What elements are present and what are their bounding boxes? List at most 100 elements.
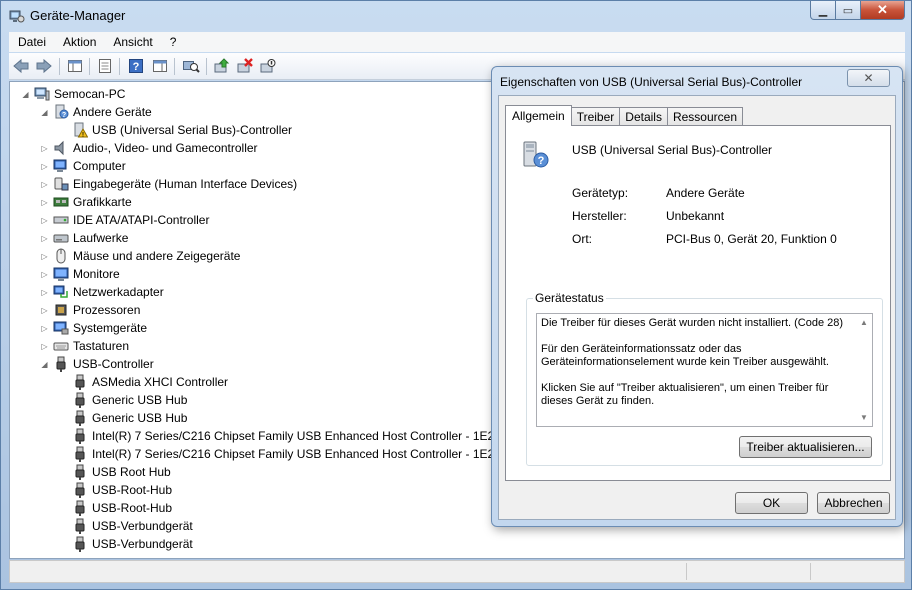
menu-help[interactable]: ? bbox=[161, 35, 185, 49]
back-arrow-icon bbox=[13, 58, 29, 74]
tree-item[interactable]: ▷ IDE ATA/ATAPI-Controller bbox=[39, 211, 209, 229]
tab-details[interactable]: Details bbox=[619, 107, 668, 126]
tree-item-label: Tastaturen bbox=[73, 339, 130, 353]
tab-ressourcen[interactable]: Ressourcen bbox=[666, 107, 743, 126]
tree-item[interactable]: ▷ Eingabegeräte (Human Interface Devices) bbox=[39, 175, 297, 193]
prop-value-location: PCI-Bus 0, Gerät 20, Funktion 0 bbox=[666, 232, 837, 246]
tree-item[interactable]: ▷ Netzwerkadapter bbox=[39, 283, 163, 301]
show-hide-console-tree-button[interactable] bbox=[65, 57, 85, 75]
expand-icon[interactable]: ▷ bbox=[39, 144, 50, 153]
properties-dialog: Eigenschaften von USB (Universal Serial … bbox=[491, 66, 903, 527]
scroll-down-icon[interactable]: ▼ bbox=[860, 411, 868, 424]
forward-button[interactable] bbox=[34, 57, 54, 75]
system-device-icon bbox=[53, 320, 69, 336]
tree-item[interactable]: Generic USB Hub bbox=[58, 409, 187, 427]
tree-item[interactable]: USB Root Hub bbox=[58, 463, 171, 481]
tree-item[interactable]: Intel(R) 7 Series/C216 Chipset Family US… bbox=[58, 445, 503, 463]
tree-item[interactable]: ASMedia XHCI Controller bbox=[58, 373, 228, 391]
close-button[interactable]: ✕ bbox=[861, 1, 905, 20]
tree-item[interactable]: ▷ Prozessoren bbox=[39, 301, 140, 319]
tree-item[interactable]: ▷ Computer bbox=[39, 157, 125, 175]
mouse-icon bbox=[53, 248, 69, 264]
tree-item[interactable]: ! USB (Universal Serial Bus)-Controller bbox=[58, 121, 292, 139]
collapse-icon[interactable]: ◢ bbox=[20, 90, 31, 99]
menu-bar: Datei Aktion Ansicht ? bbox=[9, 32, 905, 52]
tree-item[interactable]: USB-Verbundgerät bbox=[58, 517, 193, 535]
maximize-icon: ▭ bbox=[842, 4, 854, 17]
computer-icon bbox=[34, 86, 50, 102]
tree-item[interactable]: ▷ Audio-, Video- und Gamecontroller bbox=[39, 139, 258, 157]
tree-item[interactable]: USB-Root-Hub bbox=[58, 481, 172, 499]
tab-strip: Allgemein Treiber Details Ressourcen bbox=[505, 105, 743, 126]
tree-item[interactable]: ▷ Mäuse und andere Zeigegeräte bbox=[39, 247, 240, 265]
update-driver-button[interactable]: Treiber aktualisieren... bbox=[739, 436, 872, 458]
tree-item[interactable]: USB-Verbundgerät bbox=[58, 535, 193, 553]
close-icon: ✕ bbox=[863, 71, 874, 85]
unknown-usb-device-icon: ? bbox=[519, 138, 553, 172]
dialog-close-button[interactable]: ✕ bbox=[847, 69, 890, 87]
show-action-pane-button[interactable] bbox=[150, 57, 170, 75]
status-bar bbox=[9, 560, 905, 583]
device-status-text[interactable]: Die Treiber für dieses Gerät wurden nich… bbox=[536, 313, 873, 427]
tree-item[interactable]: Generic USB Hub bbox=[58, 391, 187, 409]
keyboard-icon bbox=[53, 338, 69, 354]
expand-icon[interactable]: ▷ bbox=[39, 306, 50, 315]
expand-icon[interactable]: ▷ bbox=[39, 288, 50, 297]
minimize-button[interactable]: ▁ bbox=[810, 1, 836, 20]
tree-item[interactable]: ▷ Grafikkarte bbox=[39, 193, 131, 211]
help-button[interactable]: ? bbox=[126, 57, 146, 75]
back-button[interactable] bbox=[11, 57, 31, 75]
tree-item-label: ASMedia XHCI Controller bbox=[92, 375, 229, 389]
expand-icon[interactable]: ▷ bbox=[39, 252, 50, 261]
usb-plug-icon bbox=[72, 374, 88, 390]
tree-root[interactable]: ◢ Semocan-PC bbox=[20, 85, 125, 103]
expand-icon[interactable]: ▷ bbox=[39, 198, 50, 207]
tree-item-label: Monitore bbox=[73, 267, 120, 281]
expand-icon[interactable]: ▷ bbox=[39, 162, 50, 171]
expand-icon[interactable]: ▷ bbox=[39, 342, 50, 351]
tree-item[interactable]: USB-Root-Hub bbox=[58, 499, 172, 517]
collapse-icon[interactable]: ◢ bbox=[39, 360, 50, 369]
menu-aktion[interactable]: Aktion bbox=[54, 35, 104, 49]
properties-button[interactable] bbox=[95, 57, 115, 75]
expand-icon[interactable]: ▷ bbox=[39, 324, 50, 333]
maximize-button[interactable]: ▭ bbox=[836, 1, 861, 20]
tree-item[interactable]: ▷ Monitore bbox=[39, 265, 120, 283]
cancel-button[interactable]: Abbrechen bbox=[817, 492, 890, 514]
forward-arrow-icon bbox=[36, 58, 52, 74]
device-name: USB (Universal Serial Bus)-Controller bbox=[572, 143, 773, 157]
uninstall-button[interactable] bbox=[235, 57, 255, 75]
expand-icon[interactable]: ▷ bbox=[39, 234, 50, 243]
svg-text:?: ? bbox=[538, 155, 545, 167]
tree-item[interactable]: Intel(R) 7 Series/C216 Chipset Family US… bbox=[58, 427, 501, 445]
tree-item[interactable]: ▷ Tastaturen bbox=[39, 337, 129, 355]
status-scrollbar[interactable]: ▲ ▼ bbox=[856, 315, 871, 425]
expand-icon[interactable]: ▷ bbox=[39, 216, 50, 225]
status-line-2: Für den Geräteinformationssatz oder das … bbox=[541, 343, 829, 368]
tab-allgemein[interactable]: Allgemein bbox=[505, 105, 572, 126]
menu-ansicht[interactable]: Ansicht bbox=[104, 35, 160, 49]
update-driver-button[interactable] bbox=[212, 57, 232, 75]
tree-item-label: USB-Verbundgerät bbox=[92, 537, 193, 551]
tree-item-label: Audio-, Video- und Gamecontroller bbox=[73, 141, 258, 155]
menu-datei[interactable]: Datei bbox=[9, 35, 54, 49]
ok-button[interactable]: OK bbox=[735, 492, 808, 514]
expand-icon[interactable]: ▷ bbox=[39, 270, 50, 279]
scroll-up-icon[interactable]: ▲ bbox=[860, 316, 868, 329]
scan-hardware-button[interactable] bbox=[181, 57, 201, 75]
collapse-icon[interactable]: ◢ bbox=[39, 108, 50, 117]
tree-item[interactable]: ▷ Laufwerke bbox=[39, 229, 128, 247]
expand-icon[interactable]: ▷ bbox=[39, 180, 50, 189]
prop-key-type: Gerätetyp: bbox=[572, 186, 629, 200]
display-adapter-icon bbox=[53, 194, 69, 210]
title-bar[interactable]: Geräte-Manager ▁ ▭ ✕ bbox=[1, 1, 911, 31]
tree-item[interactable]: ◢? Andere Geräte bbox=[39, 103, 152, 121]
prop-key-location: Ort: bbox=[572, 232, 592, 246]
tab-treiber[interactable]: Treiber bbox=[570, 107, 621, 126]
tree-item-label: Systemgeräte bbox=[73, 321, 148, 335]
disable-device-button[interactable] bbox=[258, 57, 278, 75]
prop-value-type: Andere Geräte bbox=[666, 186, 745, 200]
tree-item[interactable]: ▷ Systemgeräte bbox=[39, 319, 147, 337]
usb-plug-icon bbox=[72, 482, 88, 498]
tree-item[interactable]: ◢ USB-Controller bbox=[39, 355, 154, 373]
